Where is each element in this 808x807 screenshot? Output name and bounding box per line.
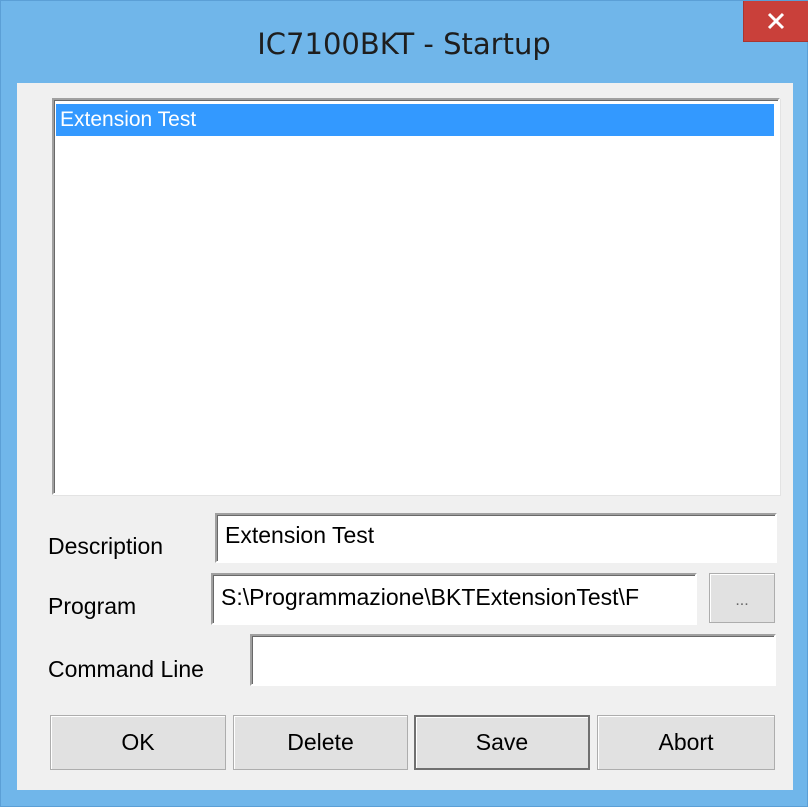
title-bar[interactable]: IC7100BKT - Startup	[1, 1, 808, 83]
browse-button[interactable]: ...	[709, 573, 775, 623]
description-label: Description	[48, 533, 164, 559]
list-item[interactable]: Extension Test	[56, 104, 774, 136]
program-field[interactable]: S:\Programmazione\BKTExtensionTest\F	[211, 573, 697, 625]
dialog-content: Extension Test Description Extension Tes…	[17, 83, 793, 790]
abort-button[interactable]: Abort	[597, 715, 775, 770]
description-field[interactable]: Extension Test	[215, 513, 777, 563]
command-line-label: Command Line	[48, 656, 204, 682]
ok-button[interactable]: OK	[50, 715, 226, 770]
save-button[interactable]: Save	[414, 715, 590, 770]
window-title: IC7100BKT - Startup	[257, 27, 551, 61]
delete-button[interactable]: Delete	[233, 715, 408, 770]
command-line-field[interactable]	[250, 634, 776, 686]
close-icon	[767, 12, 785, 30]
startup-listbox[interactable]: Extension Test	[52, 98, 780, 495]
close-button[interactable]	[743, 1, 808, 42]
program-label: Program	[48, 593, 137, 619]
startup-dialog: IC7100BKT - Startup Extension Test Descr…	[0, 0, 808, 807]
